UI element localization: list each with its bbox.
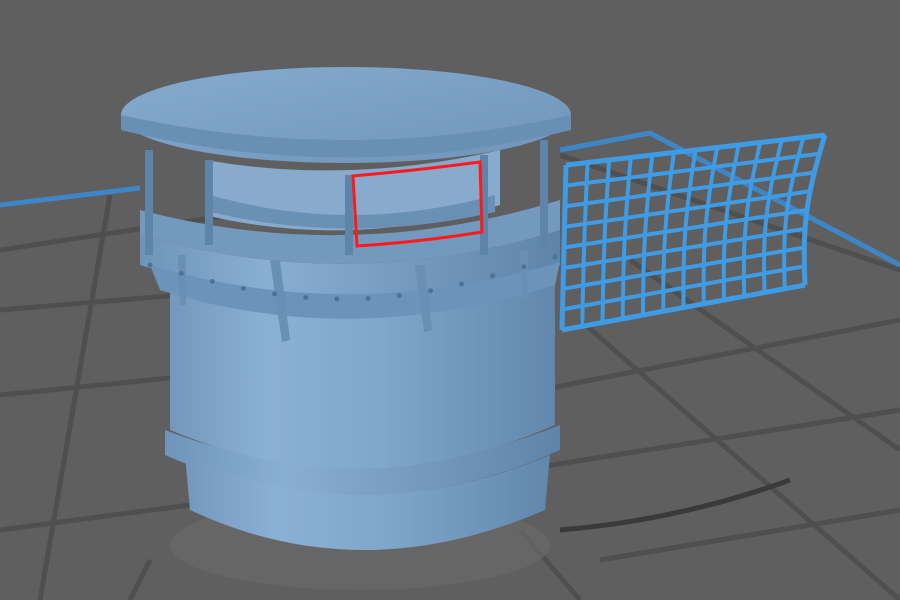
bolt	[303, 295, 309, 300]
mesh-vertical-bar	[801, 134, 828, 286]
screen-shadow	[559, 477, 791, 533]
bolt	[427, 288, 433, 294]
bolt	[178, 271, 184, 276]
scene-canvas[interactable]	[0, 0, 900, 600]
bolt	[272, 291, 278, 297]
cylinder-model[interactable]	[121, 67, 571, 550]
bolt	[396, 293, 402, 299]
bolt	[552, 254, 558, 260]
bolt	[365, 295, 371, 301]
3d-viewport[interactable]	[0, 0, 900, 600]
bolt	[490, 273, 496, 279]
bolt	[209, 278, 215, 284]
bolt	[147, 262, 153, 268]
bolt	[241, 285, 246, 291]
screen-grid-panel[interactable]	[559, 132, 828, 333]
bolt	[521, 264, 527, 270]
bolt	[459, 281, 464, 287]
bolt	[334, 296, 340, 302]
